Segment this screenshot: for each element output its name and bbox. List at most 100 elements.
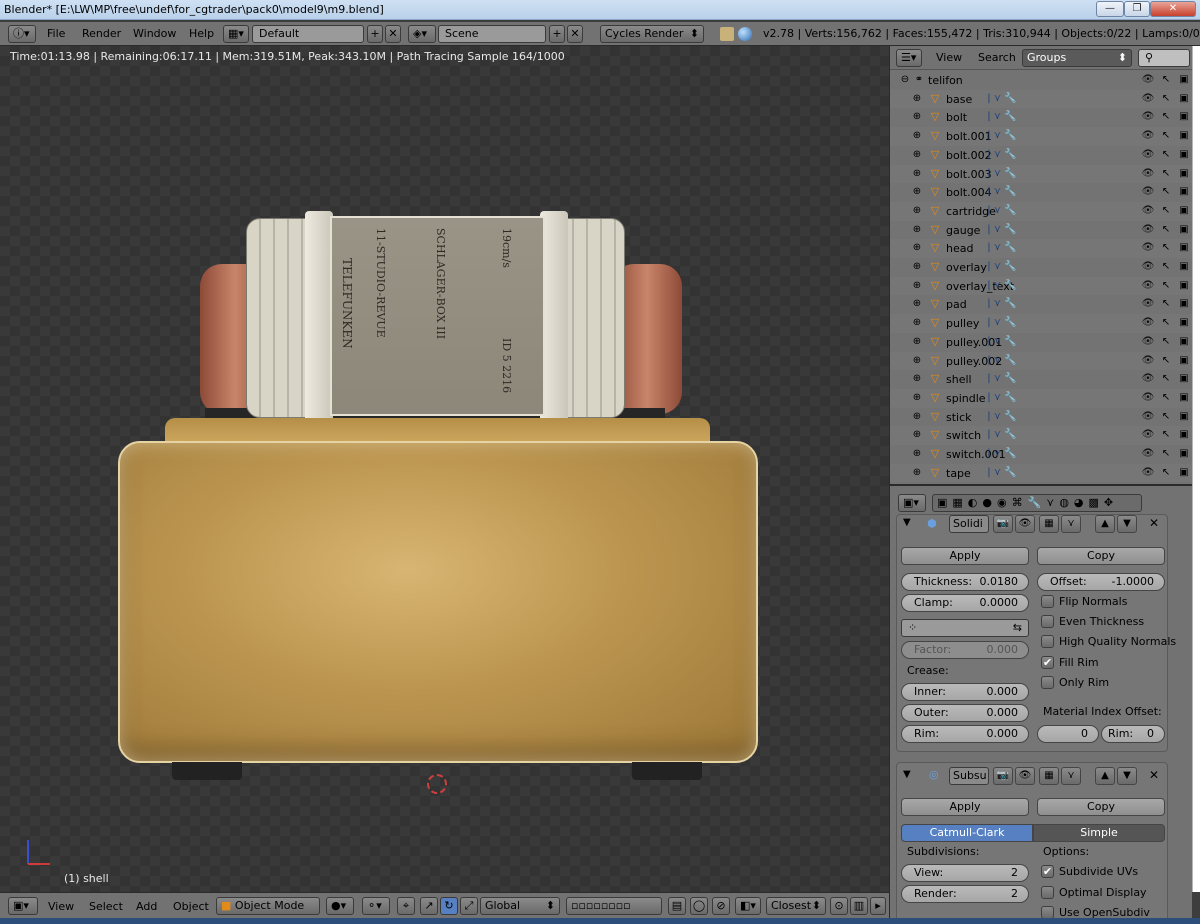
hq-normals-checkbox[interactable] bbox=[1041, 635, 1054, 648]
selectable-cursor-icon[interactable]: ↖ bbox=[1159, 466, 1173, 480]
renderable-camera-icon[interactable]: ▣ bbox=[1177, 185, 1191, 199]
expand-icon[interactable]: ⊕ bbox=[910, 410, 924, 424]
expand-icon[interactable]: ⊕ bbox=[910, 316, 924, 330]
catmull-clark-option[interactable]: Catmull-Clark bbox=[901, 824, 1033, 842]
selectable-cursor-icon[interactable]: ↖ bbox=[1159, 185, 1173, 199]
visibility-eye-icon[interactable]: 👁 bbox=[1141, 391, 1155, 405]
expand-icon[interactable]: ⊕ bbox=[910, 110, 924, 124]
snap-element-icon[interactable]: ◧▾ bbox=[735, 897, 761, 915]
selectable-cursor-icon[interactable]: ↖ bbox=[1159, 391, 1173, 405]
visibility-eye-icon[interactable]: 👁 bbox=[1141, 167, 1155, 181]
visibility-eye-icon[interactable]: 👁 bbox=[1141, 241, 1155, 255]
layers-grid[interactable]: ▫▫▫▫▫▫▫▫ bbox=[566, 897, 662, 915]
renderable-camera-icon[interactable]: ▣ bbox=[1177, 447, 1191, 461]
renderable-camera-icon[interactable]: ▣ bbox=[1177, 466, 1191, 480]
fill-rim-checkbox[interactable]: ✔ bbox=[1041, 656, 1054, 669]
solidify-apply-button[interactable]: Apply bbox=[901, 547, 1029, 565]
subsurf-move-up-icon[interactable]: ▲ bbox=[1095, 767, 1115, 785]
outliner-search-input[interactable]: ⚲ bbox=[1138, 49, 1190, 67]
subsurf-move-down-icon[interactable]: ▼ bbox=[1117, 767, 1137, 785]
expand-icon[interactable]: ⊕ bbox=[910, 260, 924, 274]
outliner-item[interactable]: ⊕ ▽ pulley | ⋎ 🔧 👁 ↖ ▣ bbox=[890, 314, 1193, 333]
renderable-camera-icon[interactable]: ▣ bbox=[1177, 148, 1191, 162]
renderable-camera-icon[interactable]: ▣ bbox=[1177, 354, 1191, 368]
outliner-editor-type-icon[interactable]: ☰▾ bbox=[896, 49, 922, 67]
outliner-item[interactable]: ⊕ ▽ gauge | ⋎ 🔧 👁 ↖ ▣ bbox=[890, 221, 1193, 240]
move-down-icon[interactable]: ▼ bbox=[1117, 515, 1137, 533]
visibility-eye-icon[interactable]: 👁 bbox=[1141, 428, 1155, 442]
render-toggle-icon[interactable]: 📷 bbox=[993, 515, 1013, 533]
pivot-icon[interactable]: ⚬▾ bbox=[362, 897, 390, 915]
close-button[interactable]: ✕ bbox=[1150, 1, 1196, 17]
3d-viewport[interactable]: Time:01:13.98 | Remaining:06:17.11 | Mem… bbox=[0, 46, 889, 892]
visibility-eye-icon[interactable]: 👁 bbox=[1141, 260, 1155, 274]
optimal-display-checkbox[interactable] bbox=[1041, 886, 1054, 899]
window-scrollbar[interactable] bbox=[1192, 46, 1200, 892]
outliner-item[interactable]: ⊕ ▽ bolt | ⋎ 🔧 👁 ↖ ▣ bbox=[890, 108, 1193, 127]
outliner-item[interactable]: ⊕ ▽ bolt.002 | ⋎ 🔧 👁 ↖ ▣ bbox=[890, 146, 1193, 165]
expand-icon[interactable]: ⊕ bbox=[910, 92, 924, 106]
editmode-toggle-icon[interactable]: ▦ bbox=[1039, 515, 1059, 533]
properties-editor-type-icon[interactable]: ▣▾ bbox=[898, 494, 926, 512]
visibility-eye-icon[interactable]: 👁 bbox=[1141, 335, 1155, 349]
selectable-cursor-icon[interactable]: ↖ bbox=[1159, 279, 1173, 293]
outliner-item[interactable]: ⊕ ▽ pulley.001 | ⋎ 🔧 👁 ↖ ▣ bbox=[890, 333, 1193, 352]
selectable-cursor-icon[interactable]: ↖ bbox=[1159, 316, 1173, 330]
renderable-camera-icon[interactable]: ▣ bbox=[1177, 110, 1191, 124]
menu-select[interactable]: Select bbox=[89, 900, 123, 913]
selectable-cursor-icon[interactable]: ↖ bbox=[1159, 241, 1173, 255]
selectable-cursor-icon[interactable]: ↖ bbox=[1159, 110, 1173, 124]
only-rim-checkbox[interactable] bbox=[1041, 676, 1054, 689]
rotate-icon[interactable]: ↻ bbox=[440, 897, 458, 915]
subsurf-copy-button[interactable]: Copy bbox=[1037, 798, 1165, 816]
view-levels-field[interactable]: View: 2 bbox=[901, 864, 1029, 882]
outer-field[interactable]: Outer: 0.000 bbox=[901, 704, 1029, 722]
render-engine-select[interactable]: Cycles Render ⬍ bbox=[600, 25, 704, 43]
outliner-item[interactable]: ⊕ ▽ head | ⋎ 🔧 👁 ↖ ▣ bbox=[890, 239, 1193, 258]
outliner-menu-view[interactable]: View bbox=[936, 51, 962, 64]
visibility-eye-icon[interactable]: 👁 bbox=[1141, 447, 1155, 461]
renderable-camera-icon[interactable]: ▣ bbox=[1177, 167, 1191, 181]
expand-icon[interactable]: ⊕ bbox=[910, 185, 924, 199]
visibility-eye-icon[interactable]: 👁 bbox=[1141, 466, 1155, 480]
menu-help[interactable]: Help bbox=[189, 27, 214, 40]
subsurf-remove-icon[interactable]: ✕ bbox=[1149, 768, 1159, 782]
snap-icon[interactable]: ⊘ bbox=[712, 897, 730, 915]
expand-icon[interactable]: ⊕ bbox=[910, 129, 924, 143]
renderable-camera-icon[interactable]: ▣ bbox=[1177, 372, 1191, 386]
selectable-cursor-icon[interactable]: ↖ bbox=[1159, 335, 1173, 349]
layer-lock-icon[interactable]: ▤ bbox=[668, 897, 686, 915]
manipulator-icon[interactable]: ⌖ bbox=[397, 897, 415, 915]
outliner-item[interactable]: ⊕ ▽ bolt.003 | ⋎ 🔧 👁 ↖ ▣ bbox=[890, 164, 1193, 184]
screen-layout-icon[interactable]: ▦▾ bbox=[223, 25, 249, 43]
expand-icon[interactable]: ⊕ bbox=[910, 297, 924, 311]
outliner-item[interactable]: ⊕ ▽ overlay_text | ⋎ 🔧 👁 ↖ ▣ bbox=[890, 276, 1193, 296]
info-editor-type-icon[interactable]: ⓘ▾ bbox=[8, 25, 36, 43]
renderable-camera-icon[interactable]: ▣ bbox=[1177, 316, 1191, 330]
expand-icon[interactable]: ⊕ bbox=[910, 466, 924, 480]
view3d-editor-type-icon[interactable]: ▣▾ bbox=[8, 897, 38, 915]
rim-crease-field[interactable]: Rim: 0.000 bbox=[901, 725, 1029, 743]
visibility-eye-icon[interactable]: 👁 bbox=[1141, 204, 1155, 218]
selectable-cursor-icon[interactable]: ↖ bbox=[1159, 410, 1173, 424]
menu-add[interactable]: Add bbox=[136, 900, 157, 913]
visibility-eye-icon[interactable]: 👁 bbox=[1141, 279, 1155, 293]
selectable-cursor-icon[interactable]: ↖ bbox=[1159, 92, 1173, 106]
subsurf-viewport-toggle-icon[interactable]: 👁 bbox=[1015, 767, 1035, 785]
snap-target-select[interactable]: Closest ⬍ bbox=[766, 897, 826, 915]
translate-icon[interactable]: ↗ bbox=[420, 897, 438, 915]
material-offset-field[interactable]: 0 bbox=[1037, 725, 1099, 743]
offset-field[interactable]: Offset: -1.0000 bbox=[1037, 573, 1165, 591]
renderable-camera-icon[interactable]: ▣ bbox=[1177, 223, 1191, 237]
menu-file[interactable]: File bbox=[47, 27, 65, 40]
visibility-eye-icon[interactable]: 👁 bbox=[1141, 297, 1155, 311]
3d-cursor-icon[interactable] bbox=[427, 774, 447, 794]
outliner-item[interactable]: ⊕ ▽ shell | ⋎ 🔧 👁 ↖ ▣ bbox=[890, 370, 1193, 389]
outliner-item[interactable]: ⊕ ▽ switch | ⋎ 🔧 👁 ↖ ▣ bbox=[890, 426, 1193, 445]
factor-field[interactable]: Factor: 0.000 bbox=[901, 641, 1029, 659]
selectable-cursor-icon[interactable]: ↖ bbox=[1159, 223, 1173, 237]
shading-icon[interactable]: ●▾ bbox=[326, 897, 354, 915]
selectable-cursor-icon[interactable]: ↖ bbox=[1159, 428, 1173, 442]
outliner-item[interactable]: ⊕ ▽ cartridge | ⋎ 🔧 👁 ↖ ▣ bbox=[890, 201, 1193, 221]
renderable-camera-icon[interactable]: ▣ bbox=[1177, 92, 1191, 106]
